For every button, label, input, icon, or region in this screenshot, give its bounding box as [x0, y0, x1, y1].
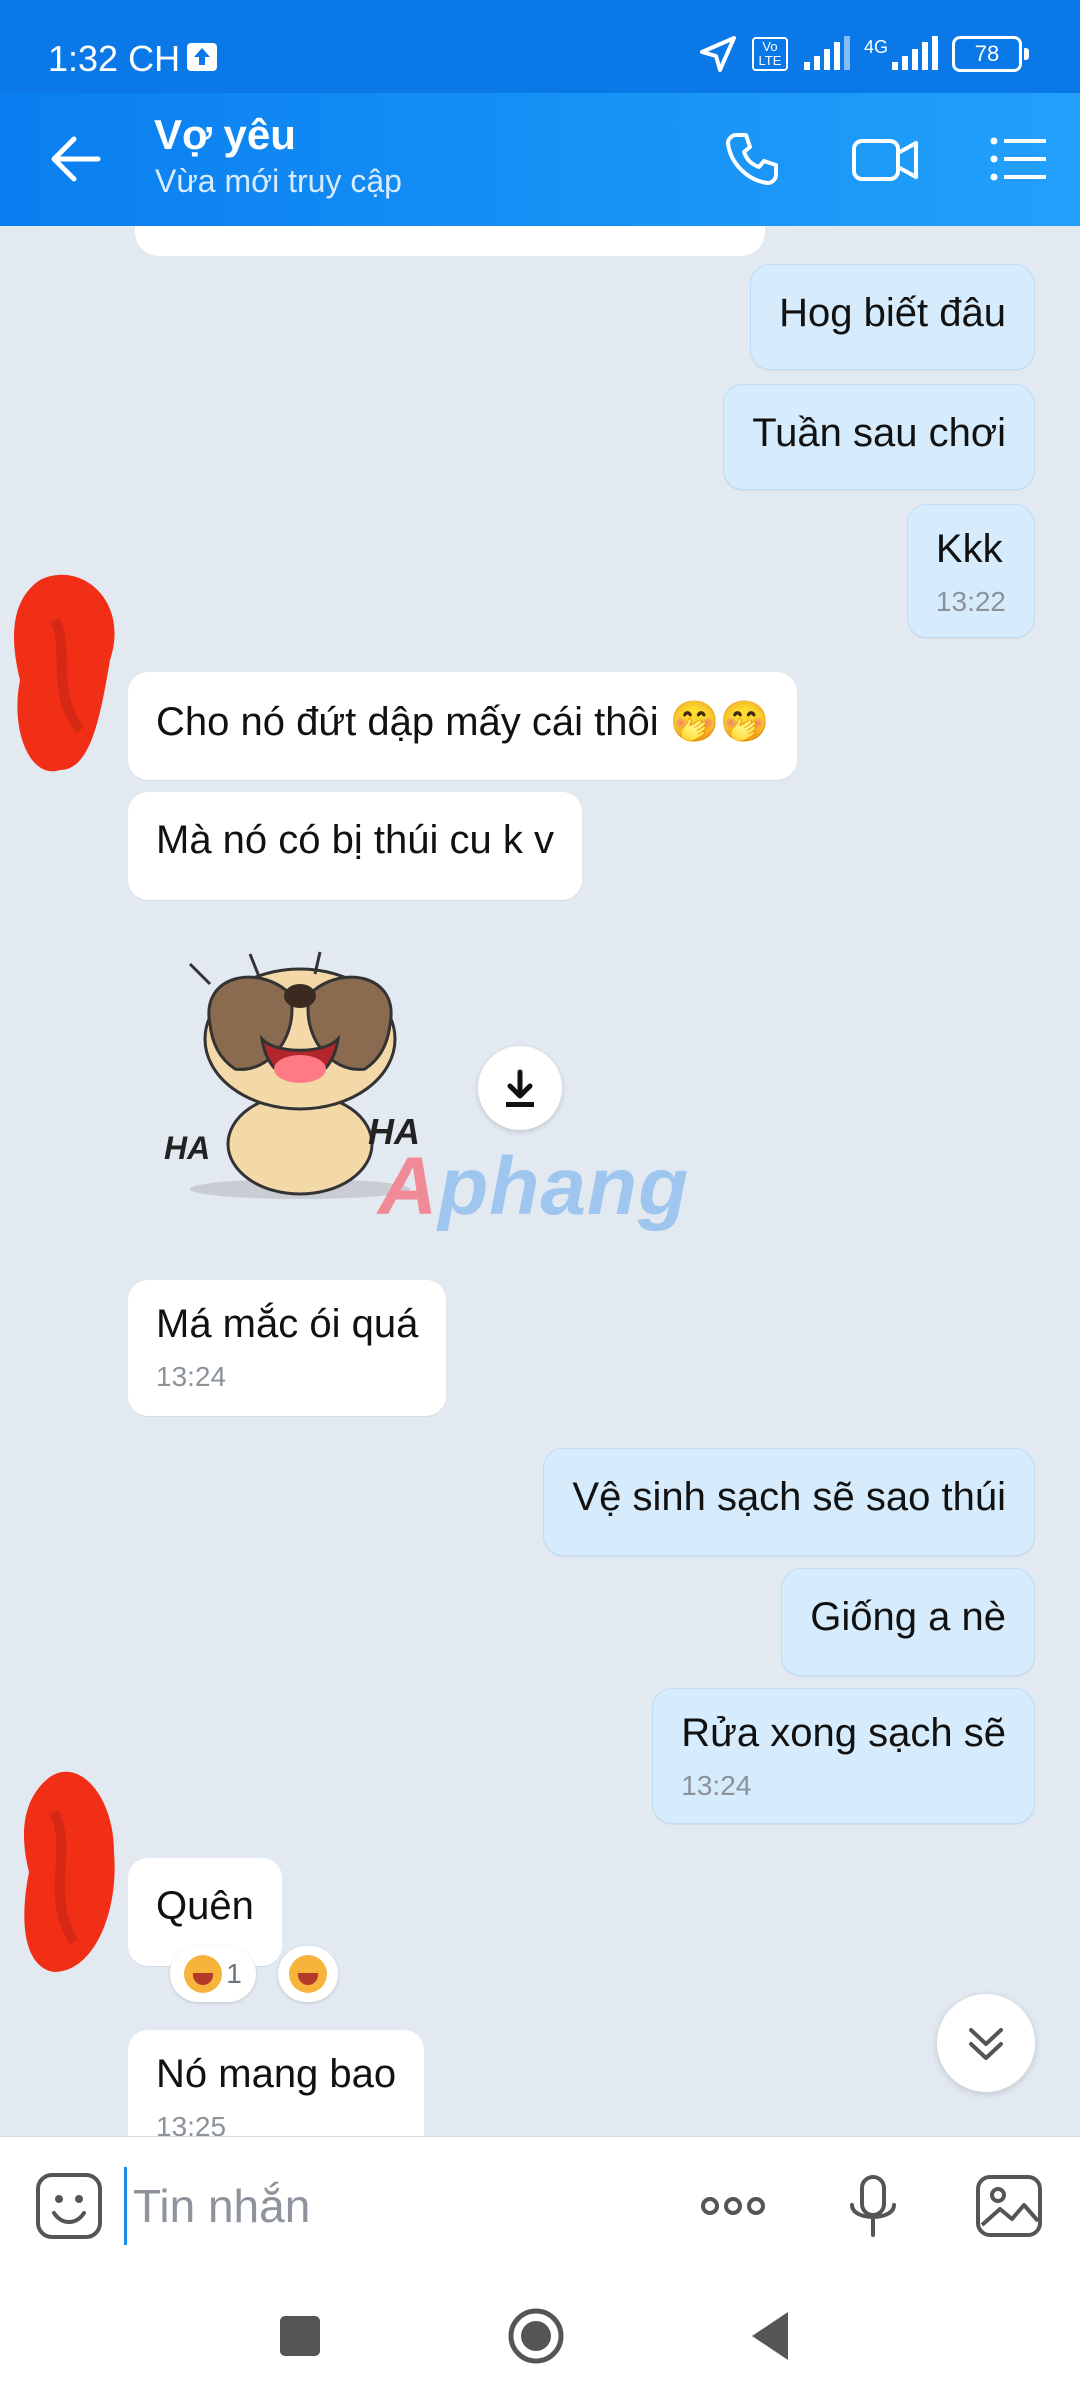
message-bubble[interactable]: Nó mang bao 13:25 — [128, 2030, 425, 2136]
message-bubble[interactable]: Kkk 13:22 — [906, 504, 1035, 638]
upload-icon — [187, 43, 217, 71]
network-type: 4G — [863, 36, 888, 57]
chevron-double-down-icon — [969, 2028, 1003, 2060]
message-text: Má mắc ói quá — [156, 1302, 419, 1346]
reaction-count-badge[interactable]: 1 — [170, 1946, 256, 2002]
message-bubble[interactable]: Vệ sinh sạch sẽ sao thúi — [543, 1448, 1035, 1556]
watermark-a: A — [378, 1141, 439, 1232]
avatar-redacted[interactable] — [0, 560, 130, 790]
message-text: Giống a nè — [810, 1595, 1006, 1639]
more-icon[interactable] — [698, 2171, 768, 2241]
message-time: 13:25 — [156, 2111, 227, 2136]
microphone-icon[interactable] — [838, 2171, 908, 2241]
chat-area[interactable]: Hog biết đâu Tuần sau chơi Kkk 13:22 Cho… — [0, 226, 1080, 2136]
message-text: Tuần sau chơi — [752, 411, 1006, 455]
phone-icon[interactable] — [720, 127, 784, 191]
message-time: 13:24 — [681, 1770, 752, 1801]
status-bar: 1:32 CH Vo LTE 4G 78 — [0, 0, 1080, 93]
system-nav-bar — [0, 2272, 1080, 2400]
message-bubble[interactable]: Má mắc ói quá 13:24 — [128, 1280, 447, 1416]
download-button[interactable] — [478, 1046, 562, 1130]
message-composer — [0, 2136, 1080, 2273]
message-bubble[interactable]: Tuần sau chơi — [723, 384, 1035, 490]
volte-badge: Vo LTE — [751, 37, 788, 71]
reaction-count: 1 — [226, 1958, 242, 1989]
laughing-emoji-icon — [184, 1955, 223, 1993]
signal-icon — [803, 36, 850, 70]
message-text: Hog biết đâu — [779, 291, 1006, 335]
video-call-icon[interactable] — [850, 127, 920, 191]
chat-header: Vợ yêu Vừa mới truy cập — [0, 93, 1080, 226]
message-text: Rửa xong sạch sẽ — [681, 1711, 1006, 1755]
avatar-redacted[interactable] — [14, 1752, 129, 1982]
message-text: Cho nó đứt dập mấy cái thôi 🤭🤭 — [156, 700, 770, 744]
watermark-text: phang — [438, 1141, 690, 1232]
status-time: 1:32 CH — [48, 38, 181, 79]
scroll-to-bottom-button[interactable] — [937, 1994, 1035, 2092]
status-icons: Vo LTE 4G 78 — [698, 34, 1029, 74]
previous-message-bubble — [135, 226, 765, 256]
message-text: Vệ sinh sạch sẽ sao thúi — [572, 1475, 1006, 1519]
message-text: Nó mang bao — [156, 2052, 397, 2096]
message-time: 13:22 — [935, 586, 1006, 617]
laughing-emoji-icon — [289, 1955, 327, 1993]
contact-name[interactable]: Vợ yêu — [154, 111, 296, 159]
sticker-text-left: HA — [164, 1130, 210, 1166]
signal-icon-2 — [892, 36, 938, 70]
add-reaction-button[interactable] — [278, 1946, 338, 2002]
message-bubble[interactable]: Cho nó đứt dập mấy cái thôi 🤭🤭 — [128, 672, 798, 780]
watermark: Aphang — [378, 1140, 689, 1234]
message-bubble[interactable]: Mà nó có bị thúi cu k v — [128, 792, 582, 900]
location-icon — [699, 36, 736, 72]
message-input[interactable] — [124, 2167, 675, 2245]
message-text: Quên — [156, 1884, 254, 1928]
menu-list-icon[interactable] — [986, 127, 1050, 191]
back-arrow-icon[interactable] — [40, 123, 112, 195]
image-icon[interactable] — [974, 2171, 1044, 2241]
message-bubble[interactable]: Rửa xong sạch sẽ 13:24 — [652, 1688, 1035, 1824]
download-icon — [506, 1069, 534, 1107]
message-text: Mà nó có bị thúi cu k v — [156, 818, 554, 862]
message-bubble[interactable]: Hog biết đâu — [750, 264, 1035, 370]
message-time: 13:24 — [156, 1361, 227, 1392]
recent-apps-button[interactable] — [266, 2302, 334, 2370]
back-button[interactable] — [738, 2302, 806, 2370]
message-bubble[interactable]: Giống a nè — [781, 1568, 1035, 1676]
home-button[interactable] — [502, 2302, 570, 2370]
sticker-icon[interactable] — [34, 2171, 104, 2241]
message-text: Kkk — [935, 527, 1003, 571]
contact-status: Vừa mới truy cập — [155, 163, 402, 199]
battery-indicator: 78 — [952, 36, 1029, 72]
